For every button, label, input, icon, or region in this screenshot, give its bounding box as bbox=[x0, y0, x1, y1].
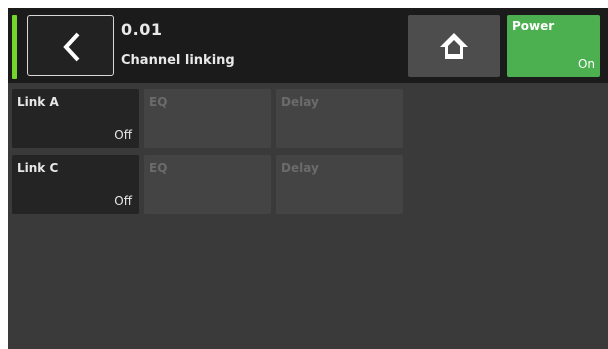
delay-c-tile[interactable]: Delay bbox=[276, 155, 403, 214]
power-label: Power bbox=[512, 19, 555, 33]
home-icon bbox=[440, 33, 468, 59]
link-c-label: Link C bbox=[17, 161, 59, 175]
delay-a-tile[interactable]: Delay bbox=[276, 89, 403, 148]
link-a-value: Off bbox=[114, 128, 132, 142]
link-a-tile[interactable]: Link A Off bbox=[12, 89, 139, 148]
header-bar: 0.01 Channel linking Power On bbox=[8, 8, 608, 83]
status-indicator bbox=[12, 15, 17, 79]
page-number: 0.01 bbox=[121, 20, 163, 39]
delay-c-label: Delay bbox=[281, 161, 319, 175]
link-c-tile[interactable]: Link C Off bbox=[12, 155, 139, 214]
back-button[interactable] bbox=[27, 15, 114, 76]
page-title: Channel linking bbox=[121, 53, 235, 68]
eq-c-label: EQ bbox=[149, 161, 168, 175]
device-screen: 0.01 Channel linking Power On Link A Off… bbox=[8, 8, 608, 349]
home-button[interactable] bbox=[408, 15, 500, 77]
delay-a-label: Delay bbox=[281, 95, 319, 109]
eq-a-label: EQ bbox=[149, 95, 168, 109]
power-button[interactable]: Power On bbox=[507, 15, 600, 77]
power-state: On bbox=[577, 57, 595, 71]
chevron-left-icon bbox=[63, 32, 80, 62]
eq-a-tile[interactable]: EQ bbox=[144, 89, 271, 148]
eq-c-tile[interactable]: EQ bbox=[144, 155, 271, 214]
link-c-value: Off bbox=[114, 194, 132, 208]
link-a-label: Link A bbox=[17, 95, 59, 109]
